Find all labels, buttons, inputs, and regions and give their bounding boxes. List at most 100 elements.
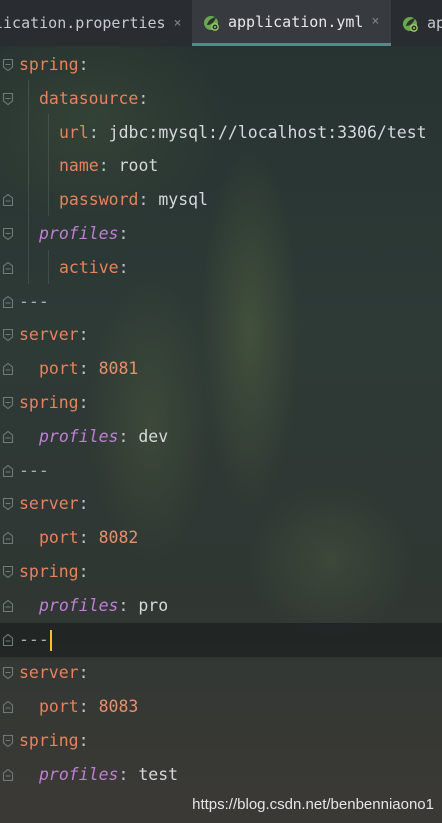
code-text: spring:: [19, 48, 89, 82]
yaml-key: profiles: [39, 595, 119, 615]
close-icon[interactable]: ×: [174, 16, 182, 31]
tab-label: application.yml: [228, 12, 364, 31]
text-caret: [49, 629, 52, 651]
yaml-value: 8082: [88, 528, 139, 548]
code-text: datasource:: [39, 82, 148, 116]
yaml-key: name: [59, 156, 99, 176]
yaml-colon: :: [78, 697, 89, 717]
tab-application-properties[interactable]: lication.properties ×: [0, 0, 192, 46]
code-line[interactable]: spring:: [0, 555, 442, 589]
code-line[interactable]: port: 8082: [0, 521, 442, 555]
gutter-space: [2, 149, 16, 183]
tab-label: lication.properties: [0, 14, 166, 32]
yaml-value: dev: [128, 426, 169, 446]
yaml-key: active: [59, 257, 119, 277]
fold-end-icon[interactable]: [2, 352, 16, 386]
code-line[interactable]: spring:: [0, 48, 442, 82]
fold-end-icon[interactable]: [2, 589, 16, 623]
code-text: server:: [19, 487, 89, 521]
yaml-colon: :: [78, 494, 89, 514]
fold-end-icon[interactable]: [2, 690, 16, 724]
spring-leaf-icon: [204, 15, 219, 31]
fold-end-icon[interactable]: [2, 521, 16, 555]
code-line[interactable]: url: jdbc:mysql://localhost:3306/test: [0, 116, 442, 150]
code-line[interactable]: ---: [0, 454, 442, 488]
code-line[interactable]: spring:: [0, 386, 442, 420]
tab-label: ap: [427, 14, 442, 32]
code-line[interactable]: server:: [0, 656, 442, 690]
yaml-colon: :: [78, 325, 89, 345]
yaml-key: spring: [19, 393, 79, 412]
code-line[interactable]: server:: [0, 318, 442, 352]
yaml-key: server: [19, 494, 79, 514]
yaml-colon: :: [118, 224, 129, 243]
yaml-key: port: [39, 359, 79, 379]
code-line[interactable]: profiles: test: [0, 758, 442, 792]
yaml-value: 8083: [88, 697, 139, 717]
code-line[interactable]: spring:: [0, 724, 442, 758]
spring-leaf-icon: [403, 17, 418, 32]
code-line[interactable]: datasource:: [0, 82, 442, 116]
fold-open-icon[interactable]: [2, 48, 16, 82]
fold-end-icon[interactable]: [2, 454, 16, 488]
fold-end-icon[interactable]: [2, 251, 16, 285]
close-icon[interactable]: ×: [371, 14, 379, 29]
code-text: ---: [19, 454, 49, 488]
fold-end-icon[interactable]: [2, 183, 16, 217]
fold-open-icon[interactable]: [2, 82, 16, 116]
code-text: active:: [59, 251, 129, 285]
fold-open-icon[interactable]: [2, 386, 16, 420]
code-line[interactable]: name: root: [0, 149, 442, 183]
fold-open-icon[interactable]: [2, 217, 16, 251]
yaml-key: server: [19, 325, 79, 345]
code-line[interactable]: profiles: pro: [0, 589, 442, 623]
yaml-colon: :: [118, 426, 129, 446]
code-text: server:: [19, 318, 89, 352]
code-text: url: jdbc:mysql://localhost:3306/test: [59, 116, 427, 150]
fold-end-icon[interactable]: [2, 623, 16, 657]
yaml-key: spring: [19, 562, 79, 581]
editor-tab-bar: lication.properties × application.yml × …: [0, 0, 442, 46]
code-line[interactable]: profiles: dev: [0, 420, 442, 454]
yaml-colon: :: [98, 156, 109, 176]
fold-open-icon[interactable]: [2, 656, 16, 690]
fold-end-icon[interactable]: [2, 420, 16, 454]
code-text: spring:: [19, 555, 89, 589]
fold-open-icon[interactable]: [2, 724, 16, 758]
tab-application-other[interactable]: ap: [391, 0, 442, 46]
code-line[interactable]: active:: [0, 251, 442, 285]
yaml-colon: :: [78, 528, 89, 548]
yaml-key: datasource: [39, 88, 139, 108]
fold-open-icon[interactable]: [2, 487, 16, 521]
yaml-colon: :: [118, 257, 129, 277]
code-line[interactable]: password: mysql: [0, 183, 442, 217]
fold-end-icon[interactable]: [2, 285, 16, 319]
code-text: port: 8081: [39, 352, 138, 386]
code-line[interactable]: port: 8083: [0, 690, 442, 724]
code-editor[interactable]: spring: datasource: url: jdbc:mysql://loca…: [0, 46, 442, 823]
document-separator: ---: [19, 460, 49, 480]
code-text: profiles: pro: [39, 589, 168, 623]
fold-open-icon[interactable]: [2, 555, 16, 589]
yaml-key: profiles: [39, 426, 119, 446]
code-text: spring:: [19, 386, 89, 420]
code-text: profiles: dev: [39, 420, 168, 454]
code-line[interactable]: ---: [0, 622, 442, 657]
code-line[interactable]: profiles:: [0, 217, 442, 251]
fold-end-icon[interactable]: [2, 758, 16, 792]
code-line[interactable]: server:: [0, 487, 442, 521]
code-text: port: 8083: [39, 690, 138, 724]
yaml-key: spring: [19, 731, 79, 750]
code-text: ---: [19, 285, 49, 319]
yaml-key: profiles: [39, 764, 119, 784]
document-separator: ---: [19, 291, 49, 311]
code-line[interactable]: port: 8081: [0, 352, 442, 386]
yaml-colon: :: [118, 595, 129, 615]
tab-application-yml[interactable]: application.yml ×: [192, 0, 391, 46]
code-line[interactable]: ---: [0, 285, 442, 319]
document-separator: ---: [19, 629, 49, 649]
fold-open-icon[interactable]: [2, 318, 16, 352]
yaml-colon: :: [78, 562, 89, 581]
yaml-key: profiles: [39, 224, 119, 243]
yaml-value: 8081: [88, 359, 139, 379]
